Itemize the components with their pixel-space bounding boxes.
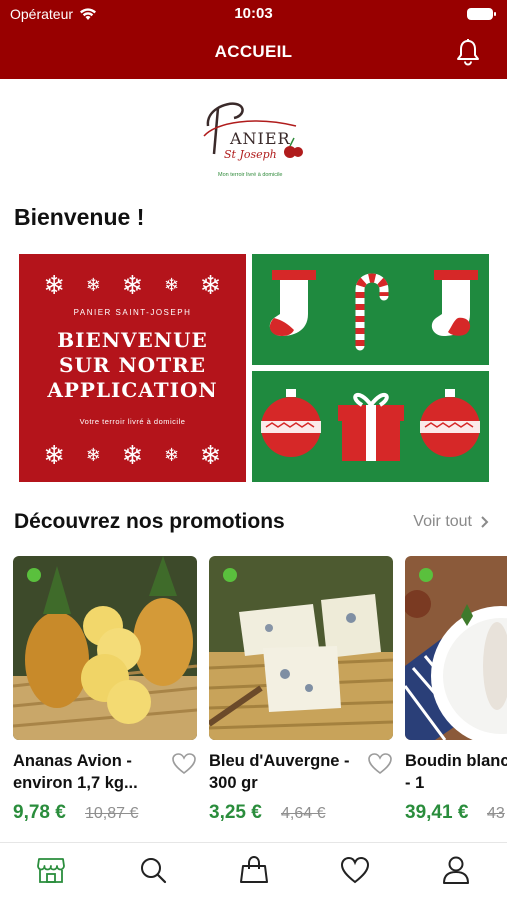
promotions-heading: Découvrez nos promotions (14, 510, 285, 533)
svg-text:St Joseph: St Joseph (224, 148, 277, 161)
snowflake-icon: ❄ (43, 440, 66, 470)
snowflake-icon: ❄ (85, 275, 101, 295)
snowflake-icon: ❄ (199, 270, 222, 300)
product-image[interactable] (405, 556, 507, 740)
availability-dot (223, 568, 237, 582)
store-icon[interactable] (36, 855, 66, 885)
bag-icon[interactable] (239, 855, 269, 885)
svg-text:Mon terroir livré à domicile: Mon terroir livré à domicile (218, 172, 283, 178)
product-price: 3,25 € (209, 802, 262, 823)
app-screen: Opérateur 10:03 ACCUEIL ANIER St Joseph (0, 0, 507, 900)
battery-icon (467, 8, 496, 20)
user-icon[interactable] (441, 855, 471, 885)
banner-title: BIENVENUE SUR NOTRE APPLICATION (19, 328, 246, 403)
snowflake-icon: ❄ (85, 445, 101, 465)
banner-title-line: SUR NOTRE (59, 353, 206, 377)
gift-icon (338, 392, 404, 461)
logo-mark: ANIER St Joseph Mon terroir livré à domi… (203, 102, 303, 178)
snowflake-icon: ❄ (121, 440, 144, 470)
search-icon[interactable] (138, 855, 168, 885)
top-bar: Opérateur 10:03 ACCUEIL (0, 0, 507, 79)
banner-stockings-panel (252, 254, 489, 365)
candy-cane-icon (355, 273, 389, 351)
product-name[interactable]: Boudin blanc foie gras - 1 (405, 750, 507, 794)
banner-title-line: BIENVENUE (57, 328, 208, 352)
product-card[interactable]: Boudin blanc foie gras - 1 39,41 € 43 (405, 556, 507, 836)
banner-title-line: APPLICATION (47, 378, 218, 402)
chevron-right-icon (481, 516, 489, 528)
svg-text:ANIER: ANIER (229, 129, 291, 148)
stocking-icon (431, 270, 478, 336)
product-name[interactable]: Ananas Avion - environ 1,7 kg... (13, 750, 163, 794)
product-old-price: 10,87 € (85, 805, 139, 822)
product-card[interactable]: Bleu d'Auvergne - 300 gr 3,25 € 4,64 € (209, 556, 393, 836)
status-bar: Opérateur 10:03 (0, 0, 507, 28)
snowflake-row: ❄ ❄ ❄ ❄ ❄ (19, 270, 246, 301)
product-image[interactable] (209, 556, 393, 740)
heart-icon[interactable] (340, 855, 370, 885)
heart-icon[interactable] (367, 752, 393, 776)
bell-icon[interactable] (455, 38, 481, 66)
see-all-link[interactable]: Voir tout (413, 513, 489, 531)
promo-banner[interactable]: ❄ ❄ ❄ ❄ ❄ PANIER SAINT-JOSEPH BIENVENUE … (19, 254, 489, 482)
snowflake-icon: ❄ (164, 445, 180, 465)
product-price: 9,78 € (13, 802, 66, 823)
page-title: ACCUEIL (214, 42, 293, 61)
availability-dot (419, 568, 433, 582)
snowflake-icon: ❄ (121, 270, 144, 300)
see-all-label: Voir tout (413, 513, 472, 530)
product-old-price: 4,64 € (281, 805, 326, 822)
promotions-carousel[interactable]: Ananas Avion - environ 1,7 kg... 9,78 € … (0, 556, 507, 836)
stocking-icon (269, 270, 316, 336)
product-price: 39,41 € (405, 802, 469, 823)
product-name[interactable]: Bleu d'Auvergne - 300 gr (209, 750, 359, 794)
product-old-price: 43 (487, 805, 505, 822)
banner-text-panel: ❄ ❄ ❄ ❄ ❄ PANIER SAINT-JOSEPH BIENVENUE … (19, 254, 246, 482)
ornament-icon (420, 389, 480, 457)
bottom-tab-bar (0, 842, 507, 900)
snowflake-row: ❄ ❄ ❄ ❄ ❄ (19, 440, 246, 471)
welcome-heading: Bienvenue ! (14, 204, 145, 230)
status-time: 10:03 (234, 5, 273, 22)
snowflake-icon: ❄ (199, 440, 222, 470)
product-card[interactable]: Ananas Avion - environ 1,7 kg... 9,78 € … (13, 556, 197, 836)
snowflake-icon: ❄ (43, 270, 66, 300)
banner-kicker: PANIER SAINT-JOSEPH (73, 308, 192, 317)
availability-dot (27, 568, 41, 582)
heart-icon[interactable] (171, 752, 197, 776)
product-image[interactable] (13, 556, 197, 740)
banner-subtitle: Votre terroir livré à domicile (79, 417, 186, 426)
snowflake-icon: ❄ (164, 275, 180, 295)
ornament-icon (261, 389, 321, 457)
brand-logo: ANIER St Joseph Mon terroir livré à domi… (196, 96, 312, 182)
banner-ornaments-panel (252, 371, 489, 482)
